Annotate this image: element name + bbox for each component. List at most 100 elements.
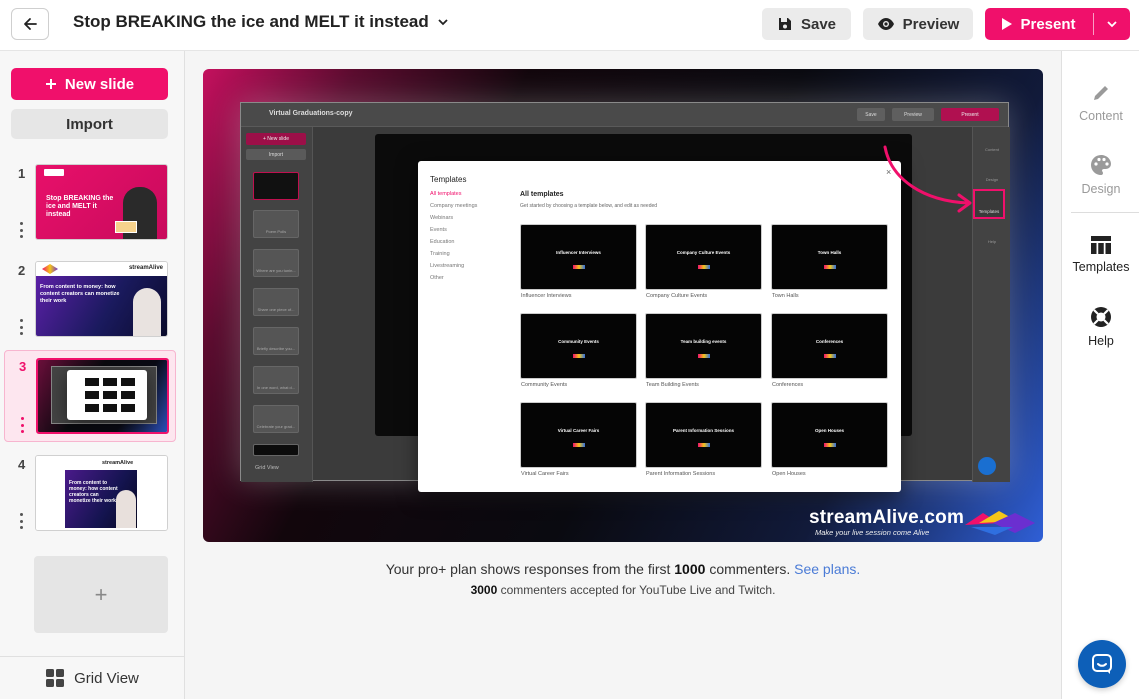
plan-accept-line: 3000 commenters accepted for YouTube Liv… [203,583,1043,597]
brand-name: streamAlive.com [809,507,965,528]
modal-category: All templates [430,191,462,197]
slide-item-active[interactable]: 3 [4,350,176,442]
brand-wordmark: streamAlive.com [809,507,964,529]
thumb-text: From content to money: how content creat… [40,284,120,304]
present-button-group: Present [985,8,1130,40]
chat-icon [1092,654,1112,674]
modal-category: Webinars [430,215,454,221]
inner-thumb: Poem Polls [253,210,299,238]
see-plans-link[interactable]: See plans. [794,561,860,577]
thumb-brand: streamAlive [128,265,163,271]
modal-category: Company meetings [430,203,478,209]
template-card-title: Open Houses [814,428,844,433]
design-tab[interactable]: Design [1062,145,1139,205]
plan-limit: 1000 [674,561,706,577]
template-card: Community Events [520,313,637,379]
modal-category: Other [430,275,444,281]
thumb-text: Stop BREAKING the ice and MELT it instea… [46,195,114,218]
grid-view-label: Grid View [74,669,139,687]
inner-thumb: Share one piece of... [253,288,299,316]
template-caption: Team Building Events [646,382,699,388]
grid-icon [46,669,65,687]
save-label: Save [800,15,837,33]
slide-menu-icon[interactable] [18,513,24,529]
preview-button[interactable]: Preview [863,8,973,40]
slide-thumbnail [36,358,169,434]
help-tab[interactable]: Help [1062,297,1139,357]
inner-thumb: Briefly describe you... [253,327,299,355]
panel-divider [1071,212,1139,213]
save-button[interactable]: Save [762,8,851,40]
modal-category: Events [430,227,447,233]
slide-menu-icon[interactable] [18,222,24,238]
plan-info-line: Your pro+ plan shows responses from the … [203,561,1043,577]
slide-item[interactable]: 4 streamAlive From content to money: how… [4,455,176,547]
presentation-title: Stop BREAKING the ice and MELT it instea… [73,12,429,31]
template-card: Influencer Interviews [520,224,637,290]
present-button[interactable]: Present [985,8,1093,40]
template-caption: Open Houses [772,471,806,477]
add-slide-button[interactable]: + [34,556,168,633]
inner-thumb: In one word, what d... [253,366,299,394]
slide-item[interactable]: 2 streamAlive From content to money: how… [4,261,176,353]
inner-chat-icon [978,457,996,475]
slides-sidebar: New slide Import 1 Stop BREAKING the ice… [0,51,185,699]
new-slide-button[interactable]: New slide [11,68,168,100]
palette-icon [1091,155,1111,175]
content-tab[interactable]: Content [1062,73,1139,133]
inner-save: Save [857,108,885,121]
save-icon [778,18,791,30]
top-bar: Stop BREAKING the ice and MELT it instea… [0,0,1139,51]
templates-icon [1091,236,1111,254]
template-card-title: Influencer Interviews [556,250,601,255]
accepted-count: 3000 [470,583,498,597]
template-caption: Conferences [772,382,804,388]
inner-present: Present [941,108,999,121]
templates-tab[interactable]: Templates [1062,225,1139,285]
templates-modal-image: Templates × All templates Company meetin… [418,161,901,492]
templates-label: Templates [1072,260,1130,274]
help-icon [1091,307,1111,327]
template-caption: Town Halls [772,293,799,299]
inner-new-slide: + New slide [246,133,306,145]
slide-menu-icon[interactable] [18,319,24,335]
eye-icon [877,18,894,30]
grid-view-button[interactable]: Grid View [0,656,185,699]
template-card-title: Parent Information Sessions [672,428,734,433]
import-button[interactable]: Import [11,109,168,139]
chevron-down-icon [438,19,448,26]
template-card: Open Houses [771,402,888,468]
present-options-button[interactable] [1094,8,1130,40]
back-button[interactable] [11,8,49,40]
slide-menu-icon[interactable] [19,417,25,433]
modal-category: Training [430,251,450,257]
inner-app-title: Virtual Graduations-copy [269,110,353,117]
inner-import: Import [246,149,306,160]
chat-launcher-button[interactable] [1078,640,1126,688]
template-card: Company Culture Events [645,224,762,290]
slide-item[interactable]: 1 Stop BREAKING the ice and MELT it inst… [4,164,176,256]
template-card-title: Virtual Career Fairs [557,428,600,433]
slide-thumbnail: Stop BREAKING the ice and MELT it instea… [35,164,168,240]
presentation-title-dropdown[interactable]: Stop BREAKING the ice and MELT it instea… [73,12,449,32]
inner-thumb [253,172,299,200]
inner-thumb: Celebrate your grad... [253,405,299,433]
accepted-suffix: commenters accepted for YouTube Live and… [500,583,776,597]
slide-thumbnail: streamAlive From content to money: how c… [35,261,168,337]
brand-tagline: Make your live session come Alive [815,528,930,537]
plus-icon [45,79,56,89]
slide-canvas[interactable]: Virtual Graduations-copy Save Preview Pr… [203,69,1043,542]
pencil-icon [1094,86,1108,100]
inner-right-help: Help [987,239,997,244]
modal-category: Education [430,239,455,245]
template-card-title: Conferences [815,339,844,344]
slide-number: 1 [18,166,26,181]
present-label: Present [1020,15,1076,33]
template-caption: Community Events [521,382,568,388]
thumb-brand: streamAlive [102,460,134,466]
inner-preview: Preview [892,108,934,121]
template-card-title: Company Culture Events [676,250,731,255]
help-label: Help [1088,334,1114,348]
new-slide-label: New slide [64,75,135,93]
template-card-title: Community Events [558,339,599,344]
